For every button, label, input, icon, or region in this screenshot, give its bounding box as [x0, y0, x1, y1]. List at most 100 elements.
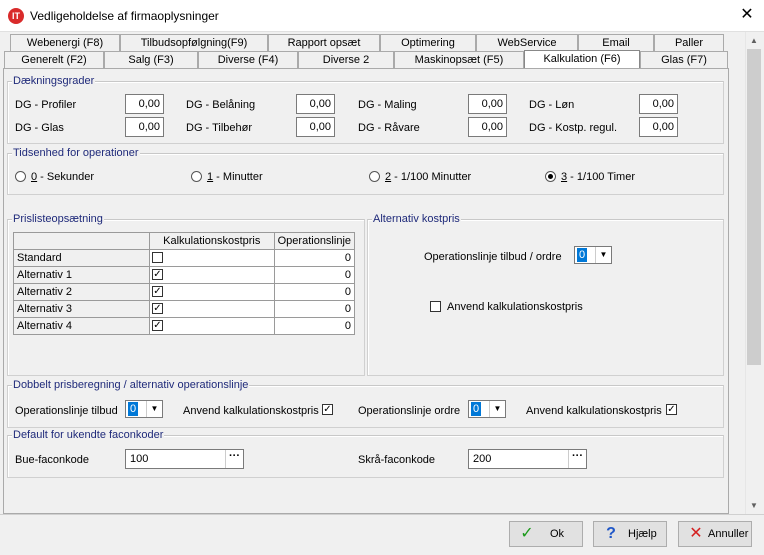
dg-tilbehoer-field[interactable]: 0,00: [296, 117, 335, 137]
dg-raavare-field[interactable]: 0,00: [468, 117, 507, 137]
dg-profiler-label: DG - Profiler: [15, 99, 77, 111]
kalk-checkbox-alt1[interactable]: ✓: [151, 269, 163, 280]
tab-optimering[interactable]: Optimering: [380, 34, 476, 51]
scroll-up-icon[interactable]: ▲: [746, 32, 762, 49]
close-icon: ✕: [689, 525, 703, 542]
skraa-faconkode-field[interactable]: 200 ···: [468, 449, 587, 469]
selected-value: 0: [577, 248, 587, 262]
anvend-kalk-tilbud-label: Anvend kalkulationskostpris: [183, 405, 319, 417]
tab-salg[interactable]: Salg (F3): [104, 51, 198, 68]
close-icon[interactable]: ✕: [736, 4, 758, 26]
ok-label: Ok: [550, 528, 565, 540]
tab-generelt[interactable]: Generelt (F2): [4, 51, 104, 68]
skraa-faconkode-value: 200: [473, 453, 492, 465]
tab-maskinopsaet[interactable]: Maskinopsæt (F5): [394, 51, 524, 68]
tab-email[interactable]: Email: [578, 34, 654, 51]
op-cell[interactable]: 0: [273, 266, 356, 284]
dg-glas-label: DG - Glas: [15, 122, 64, 134]
row-label: Alternativ 1: [13, 266, 150, 284]
faconkoder-label: Default for ukendte faconkoder: [12, 429, 165, 441]
table-corner: [13, 232, 150, 250]
dg-profiler-field[interactable]: 0,00: [125, 94, 164, 114]
cancel-label: Annuller: [708, 528, 749, 540]
ok-button[interactable]: ✓ Ok: [509, 521, 583, 547]
op-cell[interactable]: 0: [273, 317, 356, 335]
alternativ-kostpris-label: Alternativ kostpris: [372, 213, 461, 225]
scroll-down-icon[interactable]: ▼: [746, 497, 762, 514]
kalk-checkbox-standard[interactable]: [151, 252, 163, 263]
tab-kalkulation[interactable]: Kalkulation (F6): [524, 50, 640, 69]
tab-glas[interactable]: Glas (F7): [640, 51, 728, 68]
dg-loen-field[interactable]: 0,00: [639, 94, 678, 114]
chevron-down-icon[interactable]: ▼: [595, 247, 611, 263]
radio-sekunder[interactable]: [15, 171, 26, 182]
row-label: Alternativ 3: [13, 300, 150, 318]
operationslinje-tilbud-label: Operationslinje tilbud: [15, 405, 118, 417]
anvend-kalk-ordre-checkbox[interactable]: ✓: [666, 404, 677, 415]
bue-faconkode-label: Bue-faconkode: [15, 454, 89, 466]
kalk-checkbox-alt2[interactable]: ✓: [151, 286, 163, 297]
anvend-kalk-tilbud-checkbox[interactable]: ✓: [322, 404, 333, 415]
op-cell[interactable]: 0: [273, 300, 356, 318]
tab-diverse-2[interactable]: Diverse 2: [298, 51, 394, 68]
op-cell[interactable]: 0: [273, 283, 356, 301]
bue-faconkode-value: 100: [130, 453, 149, 465]
kalk-cell[interactable]: ✓: [148, 283, 275, 301]
radio-minutter[interactable]: [191, 171, 202, 182]
anvend-kalkulationskostpris-label: Anvend kalkulationskostpris: [447, 301, 583, 313]
table-row: Alternativ 3 ✓ 0: [13, 300, 356, 318]
tab-diverse[interactable]: Diverse (F4): [198, 51, 298, 68]
help-button[interactable]: ? Hjælp: [593, 521, 667, 547]
row-label: Alternativ 4: [13, 317, 150, 335]
col-operationslinje: Operationslinje: [273, 232, 356, 250]
table-row: Alternativ 2 ✓ 0: [13, 283, 356, 301]
dg-raavare-label: DG - Råvare: [358, 122, 420, 134]
dg-kostp-regul-field[interactable]: 0,00: [639, 117, 678, 137]
dg-maling-label: DG - Maling: [358, 99, 417, 111]
table-row: Alternativ 1 ✓ 0: [13, 266, 356, 284]
tab-webservice[interactable]: WebService: [476, 34, 578, 51]
dg-tilbehoer-label: DG - Tilbehør: [186, 122, 253, 134]
dg-maling-field[interactable]: 0,00: [468, 94, 507, 114]
radio-hundrededel-minutter-label: 2 - 1/100 Minutter: [385, 171, 472, 183]
tab-webenergi[interactable]: Webenergi (F8): [10, 34, 120, 51]
operationslinje-ordre-select[interactable]: 0 ▼: [468, 400, 506, 418]
prisliste-table: Kalkulationskostpris Operationslinje Sta…: [13, 232, 356, 335]
cancel-button[interactable]: ✕ Annuller: [678, 521, 752, 547]
dg-loen-label: DG - Løn: [529, 99, 575, 111]
chevron-down-icon[interactable]: ▼: [489, 401, 505, 417]
op-cell[interactable]: 0: [273, 249, 356, 267]
help-label: Hjælp: [628, 528, 657, 540]
kalk-checkbox-alt3[interactable]: ✓: [151, 303, 163, 314]
checkmark-icon: ✓: [520, 525, 534, 542]
scroll-thumb[interactable]: [747, 49, 761, 365]
radio-hundrededel-timer[interactable]: [545, 171, 556, 182]
kalk-cell[interactable]: ✓: [148, 317, 275, 335]
ellipsis-icon[interactable]: ···: [568, 450, 586, 468]
ellipsis-icon[interactable]: ···: [225, 450, 243, 468]
vertical-scrollbar[interactable]: ▲ ▼: [745, 32, 762, 514]
chevron-down-icon[interactable]: ▼: [146, 401, 162, 417]
dg-kostp-regul-label: DG - Kostp. regul.: [529, 122, 618, 134]
radio-sekunder-label: 0 - Sekunder: [31, 171, 94, 183]
skraa-faconkode-label: Skrå-faconkode: [358, 454, 436, 466]
alternativ-kostpris-group: [367, 219, 724, 376]
tab-rapport-opsaet[interactable]: Rapport opsæt: [268, 34, 380, 51]
kalk-cell[interactable]: ✓: [148, 300, 275, 318]
radio-minutter-label: 1 - Minutter: [207, 171, 263, 183]
operationslinje-tilbud-ordre-select[interactable]: 0 ▼: [574, 246, 612, 264]
radio-hundrededel-minutter[interactable]: [369, 171, 380, 182]
dg-belaaning-field[interactable]: 0,00: [296, 94, 335, 114]
anvend-kalkulationskostpris-checkbox[interactable]: [430, 301, 441, 312]
title-bar: IT Vedligeholdelse af firmaoplysninger ✕: [0, 0, 764, 32]
operationslinje-tilbud-select[interactable]: 0 ▼: [125, 400, 163, 418]
kalk-checkbox-alt4[interactable]: ✓: [151, 320, 163, 331]
table-row: Standard 0: [13, 249, 356, 267]
bue-faconkode-field[interactable]: 100 ···: [125, 449, 244, 469]
tab-tilbudsopfolgning[interactable]: Tilbudsopfølgning(F9): [120, 34, 268, 51]
row-label: Alternativ 2: [13, 283, 150, 301]
dg-glas-field[interactable]: 0,00: [125, 117, 164, 137]
tab-paller[interactable]: Paller: [654, 34, 724, 51]
kalk-cell[interactable]: [148, 249, 275, 267]
kalk-cell[interactable]: ✓: [148, 266, 275, 284]
